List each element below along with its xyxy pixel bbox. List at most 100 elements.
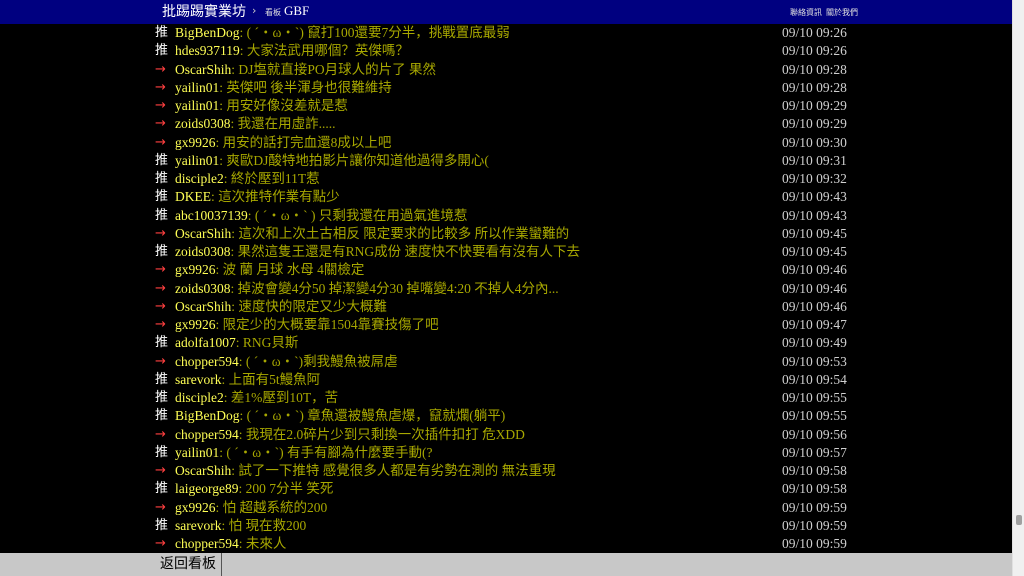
push-row: → chopper594: 我現在2.0碎片少到只剩換一次插件扣打 危XDD 09/… (155, 426, 865, 444)
push-userid[interactable]: gx9926 (175, 500, 216, 515)
push-content: 這次和上次土古相反 限定要求的比較多 所以作業蠻難的 (238, 225, 570, 241)
push-tag: → (155, 116, 166, 132)
push-row: 推 disciple2: 差1%壓到10T，苦 09/10 09:55 (155, 389, 865, 407)
about-us-link[interactable]: 關於我們 (826, 7, 858, 18)
push-tag: 推 (155, 517, 169, 533)
push-userid[interactable]: BigBenDog (175, 25, 240, 40)
push-tag: → (155, 61, 166, 77)
push-row: 推 sarevork: 怕 現在救200 09/10 09:59 (155, 517, 865, 535)
push-user-line: chopper594: 未來人 (175, 535, 286, 553)
push-colon: : (215, 499, 223, 515)
push-user-line: BigBenDog: ( ´・ω・`) 竄打100還要7分半，挑戰置底最弱 (175, 24, 510, 42)
push-time: 09/10 09:45 (782, 225, 847, 241)
push-userid[interactable]: chopper594 (175, 536, 239, 551)
push-userid[interactable]: OscarShih (175, 62, 231, 77)
push-colon: : (221, 371, 229, 387)
push-content: 限定少的大概要靠1504靠賽技傷了吧 (222, 317, 439, 332)
push-row: → gx9926: 用安的話打完血還8成以上吧 09/10 09:30 (155, 134, 865, 152)
push-userid[interactable]: OscarShih (175, 226, 231, 241)
push-content: 未來人 (245, 536, 287, 551)
push-content: ( ´・ω・`) 竄打100還要7分半，挑戰置底最弱 (246, 25, 510, 40)
push-user-line: OscarShih: 試了一下推特 感覺很多人都是有劣勢在測的 無法重現 (175, 462, 556, 480)
push-userid[interactable]: disciple2 (175, 171, 224, 186)
push-time: 09/10 09:32 (782, 171, 847, 186)
push-row: 推 BigBenDog: ( ´・ω・`) 竄打100還要7分半，挑戰置底最弱 09… (155, 24, 865, 42)
contact-info-link[interactable]: 聯絡資訊 (790, 7, 822, 18)
push-user-line: disciple2: 終於壓到11T惹 (175, 170, 320, 188)
push-userid[interactable]: gx9926 (175, 135, 216, 150)
push-user-line: hdes937119: 大家法武用哪個？英傑嗎？ (175, 42, 409, 60)
push-userid[interactable]: yailin01 (175, 80, 219, 95)
push-tag: 推 (155, 171, 169, 186)
push-userid[interactable]: OscarShih (175, 299, 231, 314)
push-colon: : (221, 517, 229, 533)
push-userid[interactable]: zoids0308 (175, 116, 231, 131)
scrollbar-thumb[interactable] (1016, 515, 1022, 525)
push-userid[interactable]: DKEE (175, 189, 211, 204)
push-userid[interactable]: gx9926 (175, 262, 216, 277)
push-userid[interactable]: chopper594 (175, 354, 239, 369)
push-content: RNG貝斯 (242, 335, 299, 351)
bottom-bar: 返回看板 (0, 553, 1012, 576)
push-row: 推 yailin01: ( ´・ω・`) 有手有腳為什麼要手動(? 09/10 09… (155, 444, 865, 462)
push-tag: → (155, 499, 166, 515)
push-colon: : (215, 317, 223, 332)
push-userid[interactable]: yailin01 (175, 153, 219, 168)
push-user-line: zoids0308: 果然這隻王還是有RNG成份 速度快不快要看有沒有人下去 (175, 243, 580, 261)
push-tag: → (155, 262, 166, 278)
push-tag: 推 (155, 335, 169, 351)
push-row: → yailin01: 用安好像沒差就是惹 09/10 09:29 (155, 97, 865, 115)
push-colon: : (223, 171, 231, 186)
push-userid[interactable]: disciple2 (175, 390, 224, 405)
push-tag: → (155, 426, 166, 442)
push-user-line: yailin01: 用安好像沒差就是惹 (175, 97, 348, 115)
site-brand-link[interactable]: 批踢踢實業坊 (162, 2, 246, 22)
push-time: 09/10 09:28 (782, 79, 847, 95)
push-userid[interactable]: yailin01 (175, 445, 219, 460)
push-userid[interactable]: gx9926 (175, 317, 216, 332)
push-time: 09/10 09:59 (782, 536, 847, 551)
push-tag: 推 (155, 481, 169, 497)
push-time: 09/10 09:58 (782, 463, 847, 478)
push-content: ( ´・ω・`) 章魚還被鰻魚虐爆，竄就爛(躺平) (246, 408, 506, 424)
top-bar: 批踢踢實業坊 › 看板 GBF 聯絡資訊 關於我們 (0, 0, 1012, 24)
push-userid[interactable]: abc10037139 (175, 208, 248, 223)
push-colon: : (238, 353, 246, 369)
push-row: → OscarShih: DJ塩就直接PO月球人的片了 果然 09/10 09:28 (155, 61, 865, 79)
push-content: 終於壓到11T惹 (230, 171, 320, 186)
push-userid[interactable]: BigBenDog (175, 408, 240, 423)
push-userid[interactable]: yailin01 (175, 98, 219, 113)
push-time: 09/10 09:30 (782, 134, 847, 150)
push-colon: : (239, 43, 247, 59)
push-content: 用安好像沒差就是惹 (226, 98, 348, 113)
push-userid[interactable]: zoids0308 (175, 244, 231, 259)
push-userid[interactable]: chopper594 (175, 427, 239, 442)
push-userid[interactable]: sarevork (175, 372, 221, 387)
push-colon: : (238, 536, 246, 551)
push-tag: 推 (155, 25, 169, 40)
push-colon: : (239, 408, 247, 424)
push-user-line: BigBenDog: ( ´・ω・`) 章魚還被鰻魚虐爆，竄就爛(躺平) (175, 407, 505, 425)
board-name-link[interactable]: GBF (284, 3, 309, 19)
push-colon: : (238, 426, 246, 442)
page-scrollbar[interactable] (1012, 0, 1024, 576)
push-row: → OscarShih: 速度快的限定又少大概難 09/10 09:46 (155, 298, 865, 316)
push-content: 怕 超越系統的200 (222, 499, 328, 515)
push-tag: 推 (155, 408, 169, 424)
push-time: 09/10 09:26 (782, 25, 847, 40)
push-userid[interactable]: hdes937119 (175, 43, 240, 58)
push-list: 推 BigBenDog: ( ´・ω・`) 竄打100還要7分半，挑戰置底最弱 09… (0, 23, 1012, 553)
push-userid[interactable]: sarevork (175, 518, 221, 533)
push-colon: : (238, 481, 246, 497)
push-userid[interactable]: laigeorge89 (175, 481, 238, 496)
push-userid[interactable]: adolfa1007 (175, 335, 236, 350)
push-userid[interactable]: OscarShih (175, 463, 231, 478)
push-time: 09/10 09:46 (782, 262, 847, 278)
push-time: 09/10 09:55 (782, 390, 847, 405)
push-userid[interactable]: zoids0308 (175, 281, 231, 296)
board-label-link[interactable]: 看板 (265, 7, 281, 18)
push-time: 09/10 09:53 (782, 353, 847, 369)
push-tag: → (155, 353, 166, 369)
push-time: 09/10 09:59 (782, 499, 847, 515)
back-to-board-button[interactable]: 返回看板 (155, 553, 222, 576)
